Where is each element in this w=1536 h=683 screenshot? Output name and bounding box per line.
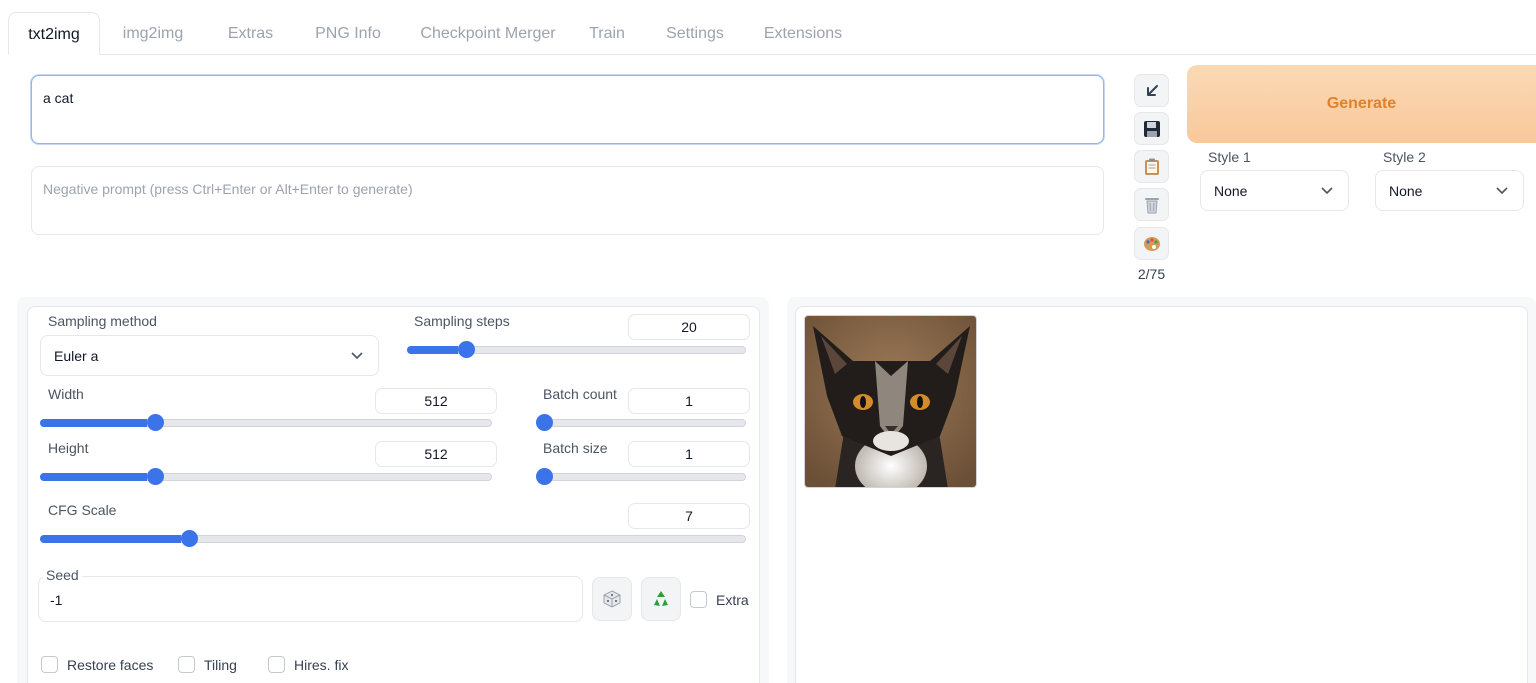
save-style-button[interactable] xyxy=(1134,112,1169,145)
slider-thumb[interactable] xyxy=(457,341,475,358)
tiling-checkbox[interactable] xyxy=(178,656,195,673)
chevron-down-icon xyxy=(1321,187,1333,195)
hires-fix-label: Hires. fix xyxy=(294,657,349,673)
height-slider[interactable] xyxy=(40,468,492,486)
style2-label: Style 2 xyxy=(1383,149,1426,165)
batch-size-input[interactable]: 1 xyxy=(628,441,750,467)
arrow-down-left-icon xyxy=(1146,84,1158,96)
hires-fix-checkbox[interactable] xyxy=(268,656,285,673)
batch-count-label: Batch count xyxy=(543,386,617,402)
tab-bar: txt2img img2img Extras PNG Info Checkpoi… xyxy=(8,12,1536,55)
chevron-down-icon xyxy=(1496,187,1508,195)
style1-label: Style 1 xyxy=(1208,149,1251,165)
extra-networks-button[interactable] xyxy=(1134,227,1169,260)
extra-seed-checkbox[interactable] xyxy=(690,591,707,608)
reuse-seed-button[interactable] xyxy=(641,577,681,621)
extra-seed-label: Extra xyxy=(716,592,749,608)
cfg-scale-slider[interactable] xyxy=(40,530,746,548)
slider-thumb[interactable] xyxy=(147,414,165,431)
tab-png-info[interactable]: PNG Info xyxy=(298,12,398,55)
sampling-method-value: Euler a xyxy=(54,347,99,364)
negative-prompt-input[interactable]: Negative prompt (press Ctrl+Enter or Alt… xyxy=(31,166,1104,235)
tab-train[interactable]: Train xyxy=(578,12,636,55)
tiling-label: Tiling xyxy=(204,657,237,673)
style1-value: None xyxy=(1214,182,1248,199)
generated-image-thumbnail[interactable] xyxy=(804,315,977,488)
clipboard-icon xyxy=(1144,158,1159,175)
batch-count-slider[interactable] xyxy=(536,414,746,432)
restore-faces-checkbox[interactable] xyxy=(41,656,58,673)
height-label: Height xyxy=(48,440,89,456)
restore-faces-label: Restore faces xyxy=(67,657,154,673)
dice-icon xyxy=(603,590,621,608)
tab-txt2img[interactable]: txt2img xyxy=(8,12,100,55)
sampling-steps-slider[interactable] xyxy=(407,341,746,359)
tab-checkpoint-merger[interactable]: Checkpoint Merger xyxy=(403,12,573,55)
style2-value: None xyxy=(1389,182,1423,199)
width-input[interactable]: 512 xyxy=(375,388,497,414)
palette-icon xyxy=(1143,236,1160,251)
slider-thumb[interactable] xyxy=(536,468,553,485)
tab-img2img[interactable]: img2img xyxy=(108,12,198,55)
slider-thumb[interactable] xyxy=(536,414,553,431)
prompt-input[interactable]: a cat xyxy=(31,75,1104,144)
read-generation-params-button[interactable] xyxy=(1134,74,1169,107)
chevron-down-icon xyxy=(351,352,363,360)
seed-value: -1 xyxy=(50,592,63,608)
tab-extras[interactable]: Extras xyxy=(213,12,288,55)
height-input[interactable]: 512 xyxy=(375,441,497,467)
width-label: Width xyxy=(48,386,84,402)
generate-button[interactable]: Generate xyxy=(1187,65,1536,143)
token-counter: 2/75 xyxy=(1137,266,1166,282)
batch-size-label: Batch size xyxy=(543,440,608,456)
slider-thumb[interactable] xyxy=(147,468,165,485)
width-slider[interactable] xyxy=(40,414,492,432)
sampling-method-label: Sampling method xyxy=(48,313,157,329)
cat-image xyxy=(805,316,976,487)
style2-select[interactable]: None xyxy=(1375,170,1524,211)
sampling-steps-input[interactable]: 20 xyxy=(628,314,750,340)
trash-icon xyxy=(1144,197,1159,213)
clear-prompt-button[interactable] xyxy=(1134,188,1169,221)
batch-count-input[interactable]: 1 xyxy=(628,388,750,414)
tab-extensions[interactable]: Extensions xyxy=(753,12,853,55)
style1-select[interactable]: None xyxy=(1200,170,1349,211)
slider-thumb[interactable] xyxy=(181,530,199,547)
sampling-method-select[interactable]: Euler a xyxy=(40,335,379,376)
save-icon xyxy=(1143,120,1160,137)
tab-settings[interactable]: Settings xyxy=(655,12,735,55)
sampling-steps-label: Sampling steps xyxy=(414,313,510,329)
apply-style-button[interactable] xyxy=(1134,150,1169,183)
random-seed-button[interactable] xyxy=(592,577,632,621)
seed-label: Seed xyxy=(43,567,82,583)
cfg-scale-label: CFG Scale xyxy=(48,502,117,518)
batch-size-slider[interactable] xyxy=(536,468,746,486)
recycle-icon xyxy=(654,591,668,606)
seed-input[interactable]: -1 xyxy=(38,576,583,622)
cfg-scale-input[interactable]: 7 xyxy=(628,503,750,529)
